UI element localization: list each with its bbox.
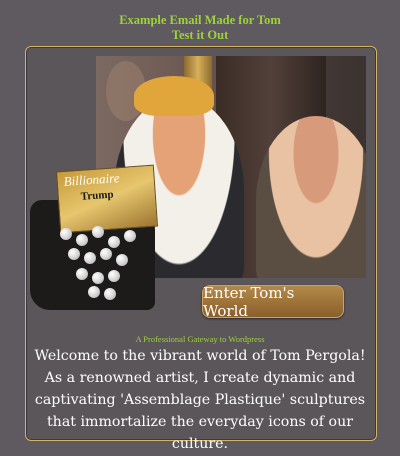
sculpture-ball xyxy=(60,228,72,240)
sculpture-ball xyxy=(88,286,100,298)
tagline: A Professional Gateway to Wordpress xyxy=(135,334,265,344)
email-header: Example Email Made for Tom Test it Out xyxy=(0,13,400,43)
sculpture-ball xyxy=(92,226,104,238)
sculpture-ball xyxy=(104,288,116,300)
sculpture-ball xyxy=(100,248,112,260)
sculpture-magazine: Billionaire Trump xyxy=(55,164,159,234)
enter-world-button[interactable]: Enter Tom's World xyxy=(202,284,344,320)
sculpture-ball xyxy=(92,272,104,284)
sculpture-ball xyxy=(68,248,80,260)
sculpture-ball xyxy=(108,270,120,282)
sculpture-ball xyxy=(116,254,128,266)
email-header-line2: Test it Out xyxy=(171,28,229,42)
sculpture-ball xyxy=(84,252,96,264)
magazine-title: Billionaire xyxy=(63,170,120,189)
welcome-paragraph: Welcome to the vibrant world of Tom Perg… xyxy=(34,348,366,452)
sculpture-ball xyxy=(76,268,88,280)
sculpture-image: Billionaire Trump xyxy=(30,164,160,310)
sculpture-ball xyxy=(76,234,88,246)
sculpture-ball xyxy=(108,236,120,248)
sculpture-ball xyxy=(124,230,136,242)
photo-hair-left xyxy=(134,76,214,116)
photo-person-right xyxy=(256,116,366,278)
magazine-subtitle: Trump xyxy=(80,188,114,203)
email-header-line1: Example Email Made for Tom xyxy=(119,13,281,27)
